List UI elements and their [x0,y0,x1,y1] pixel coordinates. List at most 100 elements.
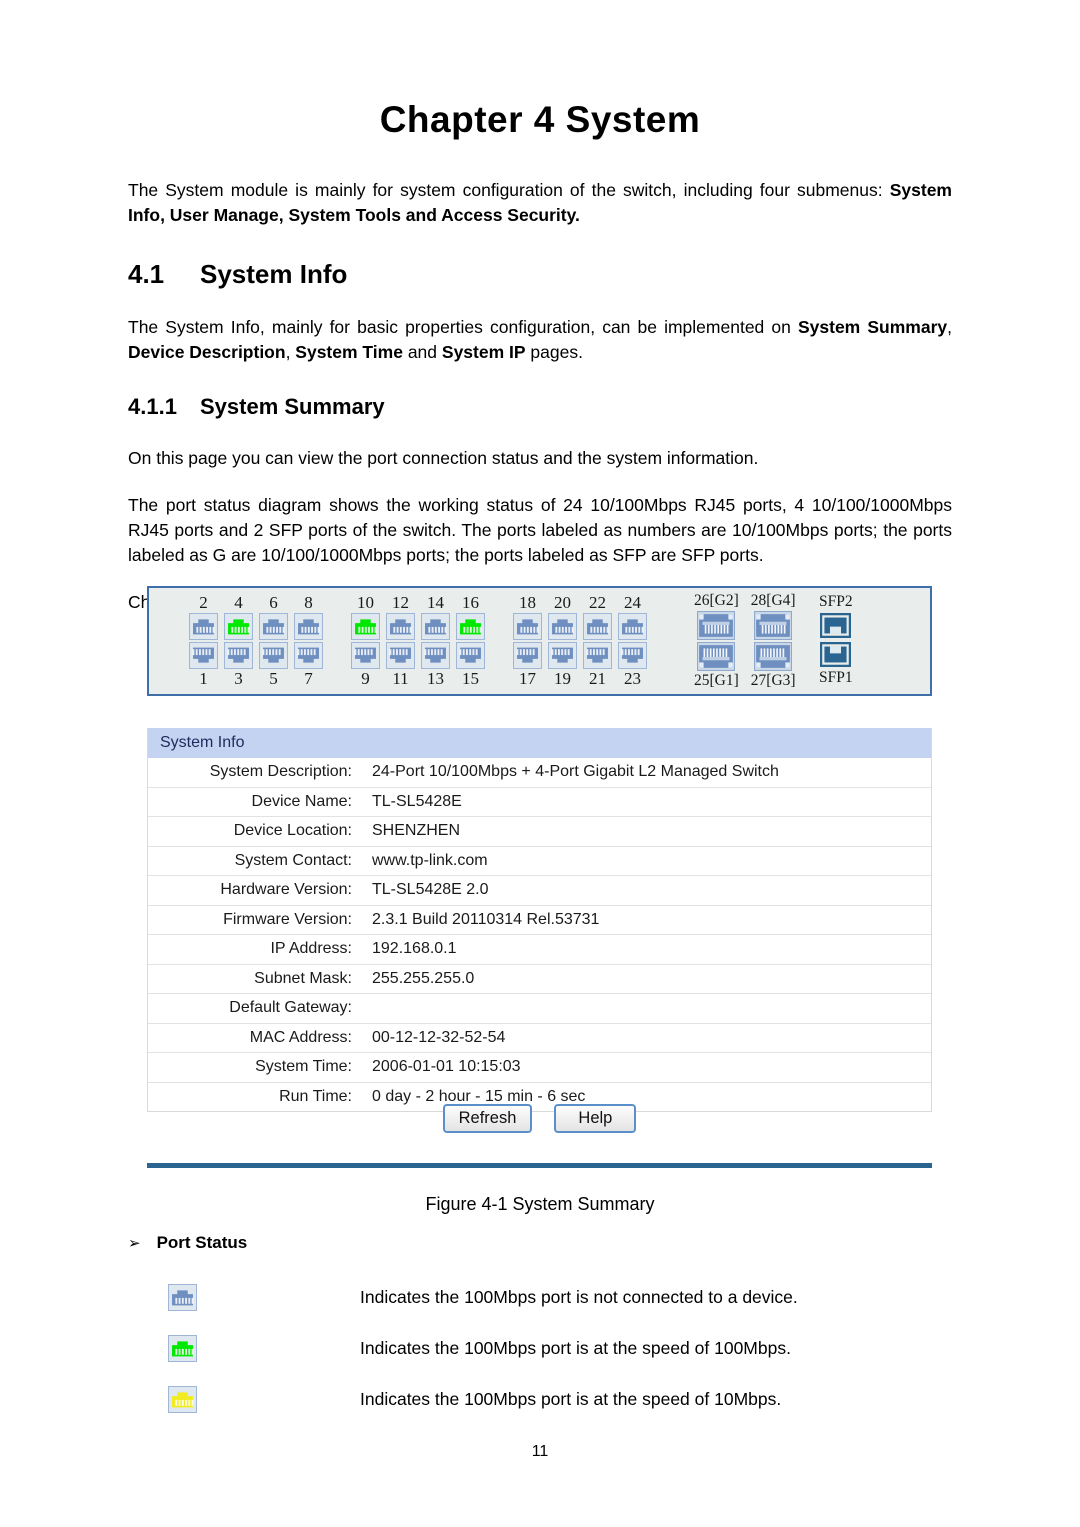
intro-line-1: The System module is mainly for system c… [128,179,883,200]
info-label: MAC Address: [249,1028,352,1046]
section-title-4-1-1: System Summary [200,393,385,419]
port-column: 10 9 [351,594,380,688]
rj45-port-icon[interactable] [259,642,288,669]
section-4-1-1-para-1: On this page you can view the port conne… [128,448,759,469]
port-column: 21 [189,594,218,688]
gigabit-port-group: 26[G2] 25[G1] 28[G4] 27[G3] [694,592,796,690]
system-info-panel: System Info System Description: 24-Port 1… [147,728,932,1112]
gigabit-port-column: 26[G2] 25[G1] [694,592,739,690]
rj45-port-icon[interactable] [351,642,380,669]
s41-bold-1: System Summary [797,316,948,337]
gigabit-port-icon[interactable] [754,642,793,671]
port-diagram-inner: 2 1 4 3 6 5 8 7 10 9 12 11 14 13 16 15 18 17 20 19 22 21 24 23 … [149,588,930,694]
port-column: 20 19 [548,594,577,688]
info-label: Firmware Version: [223,910,352,928]
gigabit-port-label-top: 26[G2] [694,592,739,609]
port-column: 12 11 [386,594,415,688]
port-column: 24 23 [618,594,647,688]
s41-bold-3: System Time [295,341,403,362]
rj45-port-icon [168,1386,197,1413]
port-label-bottom: 11 [392,669,409,688]
rj45-port-icon[interactable] [618,642,647,669]
rj45-port-icon [168,1335,197,1362]
port-label-bottom: 9 [361,669,370,688]
table-row: MAC Address: 00-12-12-32-52-54 [148,1024,931,1053]
s41-text-5: pages. [525,341,583,362]
gigabit-port-icon[interactable] [754,611,793,640]
help-button[interactable]: Help [554,1104,637,1133]
sfp-port-icon[interactable] [820,613,852,638]
gigabit-port-label-top: 28[G4] [750,592,796,609]
rj45-port-icon[interactable] [618,613,647,640]
rj45-port-icon[interactable] [224,613,253,640]
refresh-button[interactable]: Refresh [442,1104,533,1133]
section-heading-4-1: 4.1 System Info [128,259,952,290]
s41-text-4: and [402,341,442,362]
rj45-port-icon[interactable] [294,613,323,640]
arrow-bullet-icon: ➢ [128,1235,141,1252]
gigabit-port-icon[interactable] [697,642,736,671]
info-label: System Time: [255,1058,352,1076]
system-info-panel-title: System Info [148,728,931,758]
table-row: Subnet Mask: 255.255.255.0 [148,965,931,994]
rj45-port-icon[interactable] [583,613,612,640]
document-content: Chapter 4 System The System module is ma… [128,0,952,615]
port-status-heading-label: Port Status [156,1233,248,1252]
section-heading-4-1-1: 4.1.1 System Summary [128,394,952,420]
legend-text: Indicates the 100Mbps port is not connec… [360,1287,798,1307]
port-label-bottom: 17 [519,669,536,688]
gigabit-port-label-bottom: 27[G3] [750,672,796,689]
table-row: Default Gateway: [148,994,931,1024]
rj45-port-icon[interactable] [386,642,415,669]
port-label-top: 14 [427,593,444,612]
rj45-port-icon[interactable] [513,642,542,669]
rj45-port-icon[interactable] [456,642,485,669]
rj45-port-icon[interactable] [421,642,450,669]
rj45-port-icon[interactable] [583,642,612,669]
legend-text: Indicates the 100Mbps port is at the spe… [360,1389,782,1409]
sfp-port-column: SFP2 SFP1 [819,593,853,687]
rj45-port-icon[interactable] [189,613,218,640]
rj45-port-icon[interactable] [548,613,577,640]
rj45-port-icon[interactable] [224,642,253,669]
s41-text-3: , [285,341,296,362]
info-label: Device Location: [233,822,352,840]
info-value: 255.255.255.0 [372,969,475,987]
system-info-button-row: Refresh Help [147,1104,932,1133]
s41-bold-2: Device Description [128,341,286,362]
legend-text: Indicates the 100Mbps port is at the spe… [360,1338,791,1358]
rj45-port-icon[interactable] [259,613,288,640]
port-column: 87 [294,594,323,688]
rj45-port-icon[interactable] [456,613,485,640]
rj45-port-icon[interactable] [189,642,218,669]
s41-text-1: The System Info, mainly for basic proper… [128,316,798,337]
rj45-port-icon[interactable] [351,613,380,640]
rj45-port-icon[interactable] [421,613,450,640]
port-label-top: 24 [624,593,641,612]
rj45-port-icon[interactable] [386,613,415,640]
gigabit-port-icon[interactable] [697,611,736,640]
table-row: Hardware Version: TL-SL5428E 2.0 [148,876,931,906]
s41-text-2: , [947,316,952,337]
info-value: SHENZHEN [372,822,461,840]
port-column: 65 [259,594,288,688]
rj45-port-icon[interactable] [513,613,542,640]
port-label-top: 2 [199,593,208,612]
table-row: System Description: 24-Port 10/100Mbps + … [148,758,931,788]
port-label-top: 16 [462,593,479,612]
sfp-port-icon[interactable] [820,642,852,667]
port-label-bottom: 3 [234,669,243,688]
rj45-port-icon[interactable] [294,642,323,669]
port-label-bottom: 13 [427,669,444,688]
section-number-4-1: 4.1 [128,258,165,289]
port-label-bottom: 15 [462,669,479,688]
port-status-diagram: 2 1 4 3 6 5 8 7 10 9 12 11 14 13 16 15 18 17 20 19 22 21 24 23 … [147,586,932,696]
rj45-port-icon[interactable] [548,642,577,669]
port-label-bottom: 1 [199,669,208,688]
section-number-4-1-1: 4.1.1 [128,393,177,419]
info-label: Subnet Mask: [254,969,352,987]
table-row: Device Location: SHENZHEN [148,817,931,847]
system-info-rows: System Description: 24-Port 10/100Mbps + … [148,758,931,1112]
legend-row: Indicates the 100Mbps port is at the spe… [168,1374,968,1425]
sfp-label-bottom: SFP1 [819,669,853,686]
